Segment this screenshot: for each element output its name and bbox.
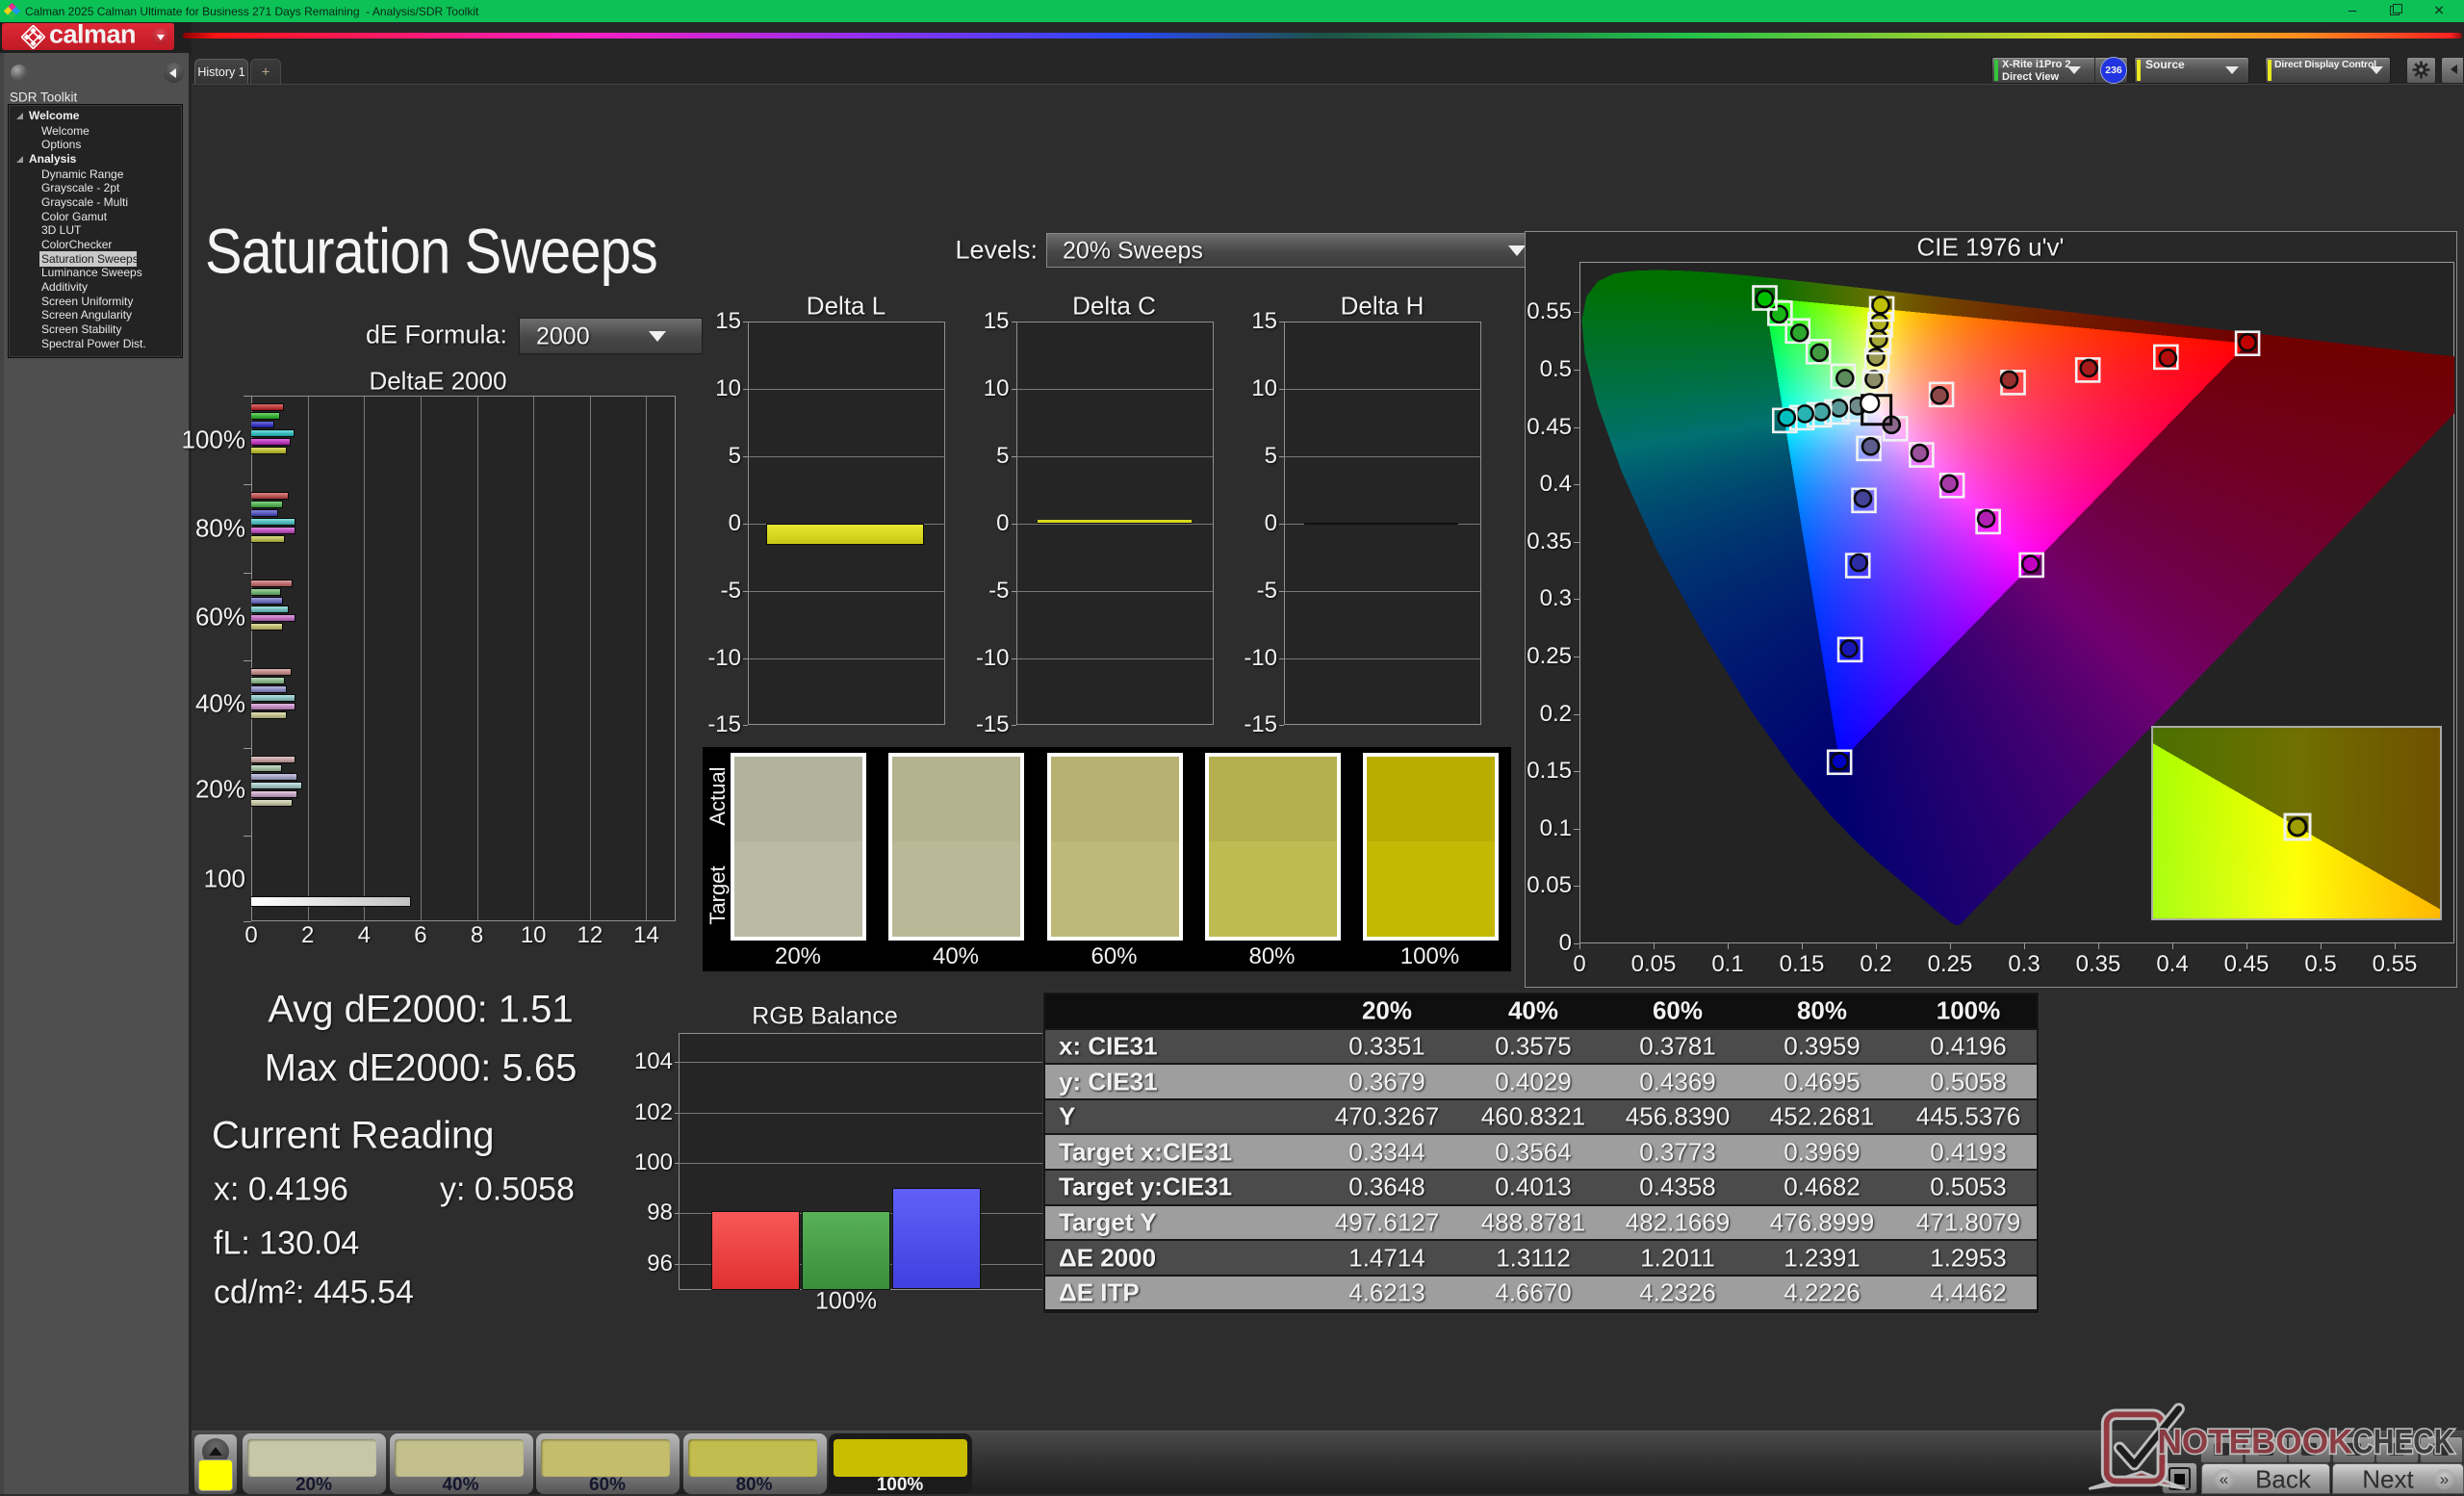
svg-text:CHECK: CHECK bbox=[2352, 1423, 2454, 1461]
svg-text:NOTEBOOK: NOTEBOOK bbox=[2158, 1423, 2353, 1461]
